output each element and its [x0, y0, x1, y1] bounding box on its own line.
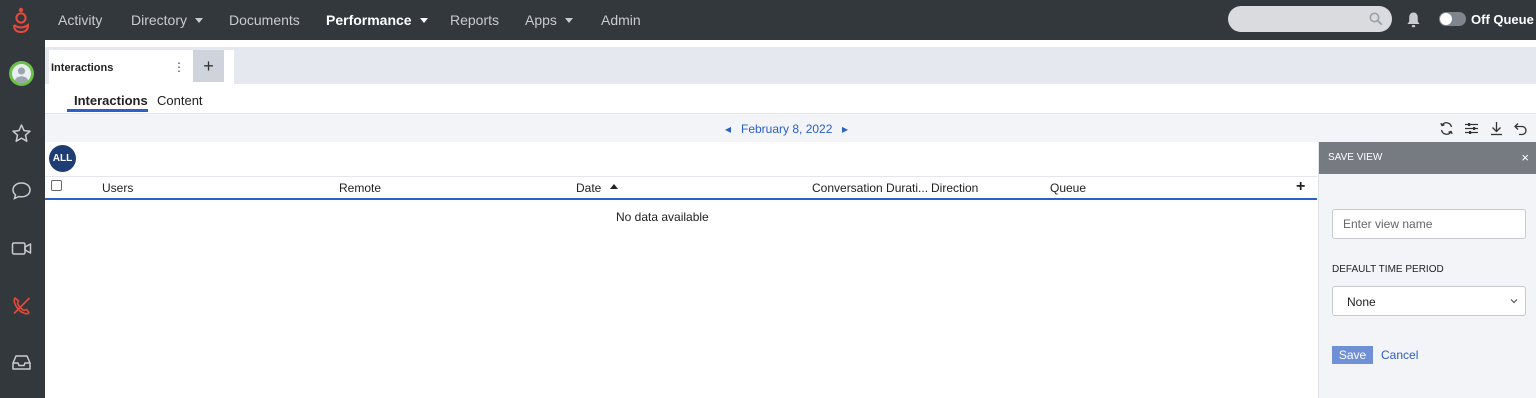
left-rail	[0, 40, 45, 398]
nav-reports-label: Reports	[450, 12, 500, 28]
nav-admin[interactable]: Admin	[601, 0, 641, 40]
next-date-icon[interactable]: ▸	[842, 122, 848, 136]
genesys-logo-icon[interactable]	[10, 7, 32, 33]
add-column-icon[interactable]: +	[1296, 178, 1305, 196]
add-tab-button[interactable]: +	[193, 50, 224, 82]
column-header-remote[interactable]: Remote	[339, 181, 381, 195]
sort-ascending-icon[interactable]	[610, 184, 618, 189]
view-name-input[interactable]	[1332, 209, 1526, 239]
user-silhouette-icon	[15, 67, 28, 83]
nav-admin-label: Admin	[601, 12, 641, 28]
date-picker[interactable]: February 8, 2022	[741, 122, 832, 136]
active-tab-indicator	[67, 109, 148, 112]
column-header-direction[interactable]: Direction	[931, 181, 978, 195]
save-view-header: SAVE VIEW ×	[1319, 142, 1536, 174]
nav-documents-label: Documents	[229, 12, 300, 28]
toggle-knob	[1440, 13, 1452, 25]
kebab-menu-icon[interactable]: ⋮	[173, 60, 185, 74]
previous-date-icon[interactable]: ◂	[725, 122, 731, 136]
undo-icon[interactable]	[1513, 121, 1528, 136]
close-icon[interactable]: ×	[1521, 150, 1529, 165]
phone-icon[interactable]	[11, 295, 32, 316]
star-icon[interactable]	[11, 123, 32, 144]
save-button[interactable]: Save	[1332, 346, 1373, 364]
column-header-users[interactable]: Users	[102, 181, 133, 195]
cancel-button[interactable]: Cancel	[1381, 348, 1418, 362]
nav-performance-label: Performance	[326, 12, 412, 28]
table-header	[45, 176, 1317, 200]
bell-icon[interactable]	[1406, 11, 1421, 28]
empty-state-message: No data available	[616, 210, 709, 224]
chevron-down-icon	[564, 17, 573, 23]
nav-apps-label: Apps	[525, 12, 557, 28]
select-all-checkbox[interactable]	[51, 180, 62, 191]
nav-reports[interactable]: Reports	[450, 0, 499, 40]
chevron-down-icon	[1510, 299, 1518, 304]
nav-apps[interactable]: Apps	[525, 0, 573, 40]
default-time-period-select[interactable]: None	[1332, 286, 1526, 316]
save-view-title: SAVE VIEW	[1328, 152, 1383, 163]
chevron-down-icon	[195, 17, 204, 23]
inbox-icon[interactable]	[11, 352, 32, 373]
tab-interactions[interactable]: Interactions	[74, 93, 148, 108]
search-input[interactable]	[1228, 6, 1392, 32]
filter-all-badge[interactable]: ALL	[49, 145, 76, 172]
nav-documents[interactable]: Documents	[229, 0, 300, 40]
tab-content[interactable]: Content	[157, 93, 203, 108]
filter-settings-icon[interactable]	[1464, 121, 1479, 136]
default-time-period-label: DEFAULT TIME PERIOD	[1332, 264, 1444, 275]
search-icon[interactable]	[1369, 12, 1383, 26]
video-icon[interactable]	[11, 238, 32, 259]
workspace-tab-strip: Interactions ⋮ +	[45, 47, 1536, 84]
column-header-queue[interactable]: Queue	[1050, 181, 1086, 195]
avatar[interactable]	[9, 61, 34, 86]
queue-toggle[interactable]	[1439, 12, 1466, 26]
column-header-date[interactable]: Date	[576, 181, 601, 195]
column-header-conversation-duration[interactable]: Conversation Durati...	[812, 181, 928, 195]
refresh-icon[interactable]	[1439, 121, 1454, 136]
nav-directory[interactable]: Directory	[131, 0, 204, 40]
avatar-image	[12, 64, 31, 83]
chat-icon[interactable]	[11, 180, 32, 201]
nav-activity-label: Activity	[58, 12, 103, 28]
queue-status-label: Off Queue	[1471, 12, 1534, 27]
download-icon[interactable]	[1489, 121, 1504, 136]
nav-directory-label: Directory	[131, 12, 188, 28]
nav-activity[interactable]: Activity	[58, 0, 102, 40]
select-value: None	[1347, 295, 1376, 309]
nav-performance[interactable]: Performance	[326, 0, 428, 40]
top-nav-bar: Activity Directory Documents Performance…	[0, 0, 1536, 40]
save-view-panel: SAVE VIEW × DEFAULT TIME PERIOD None Sav…	[1318, 142, 1536, 398]
chevron-down-icon	[419, 17, 428, 23]
workspace-tab-label: Interactions	[51, 62, 114, 74]
